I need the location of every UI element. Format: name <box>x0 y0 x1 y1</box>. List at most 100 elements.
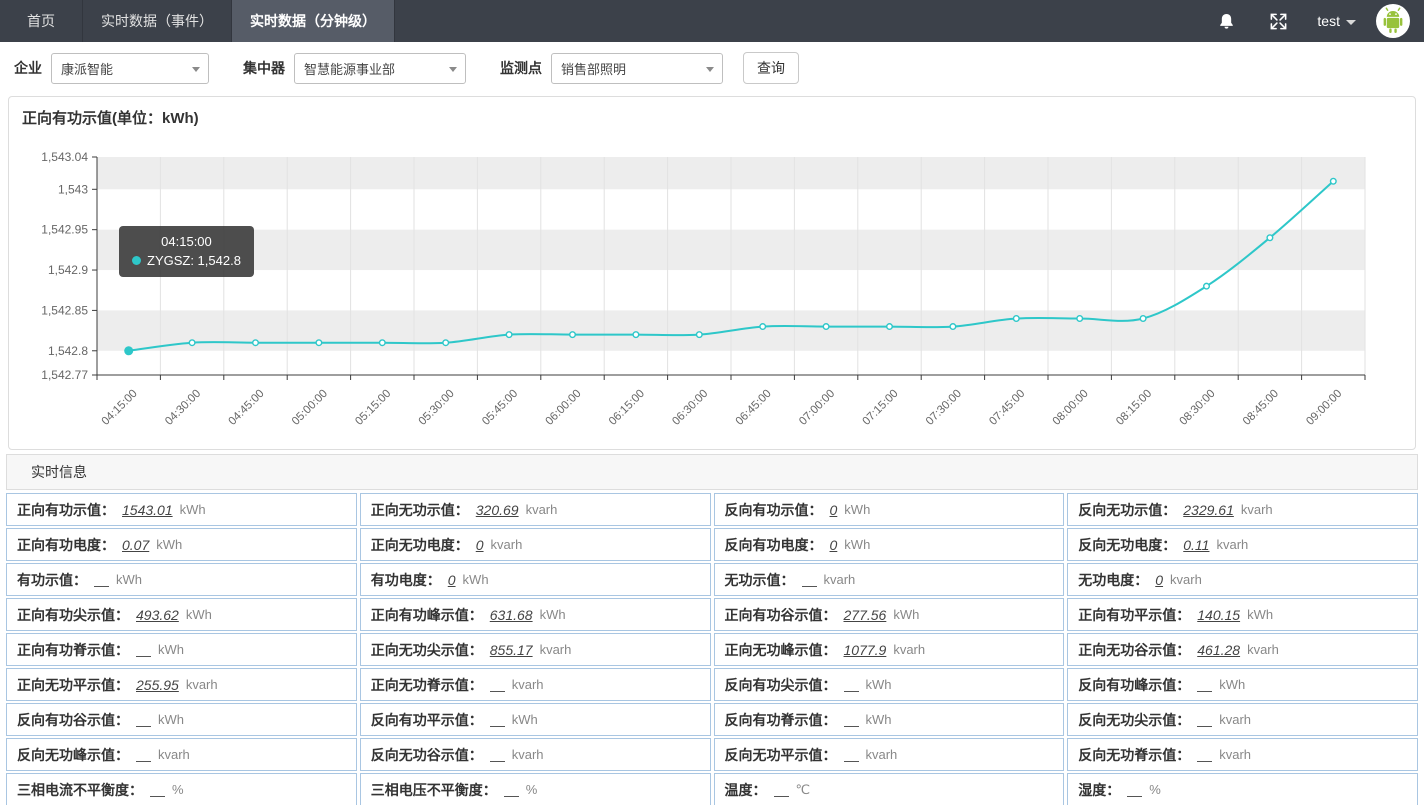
svg-text:07:45:00: 07:45:00 <box>987 388 1027 428</box>
metric-label: 反向有功示值： <box>725 500 823 520</box>
metric-unit: kvarh <box>1170 572 1202 587</box>
metric-unit: kWh <box>116 572 142 587</box>
filter-bar: 企业 康派智能 集中器 智慧能源事业部 监测点 销售部照明 查询 <box>0 42 1424 94</box>
info-panel-title: 实时信息 <box>6 454 1418 490</box>
metric-unit: kWh <box>540 607 566 622</box>
metric-value[interactable] <box>844 678 859 692</box>
metric-value[interactable] <box>490 748 505 762</box>
metric-value[interactable]: 0 <box>476 537 484 553</box>
metric-label: 三相电流不平衡度： <box>17 780 143 800</box>
metric-label: 正向有功峰示值： <box>371 605 483 625</box>
metric-value[interactable] <box>1197 748 1212 762</box>
metric-value[interactable] <box>1197 678 1212 692</box>
metric-label: 无功示值： <box>725 570 795 590</box>
svg-text:04:45:00: 04:45:00 <box>226 388 266 428</box>
metric-value[interactable] <box>802 573 817 587</box>
chevron-down-icon <box>449 67 457 72</box>
metric-unit: kvarh <box>824 572 856 587</box>
metric-unit: kWh <box>186 607 212 622</box>
metric-value[interactable]: 140.15 <box>1197 607 1240 623</box>
metric-label: 反向有功电度： <box>725 535 823 555</box>
fullscreen-icon[interactable] <box>1263 6 1293 36</box>
metric-value[interactable] <box>1127 783 1142 797</box>
monitor-point-select[interactable]: 销售部照明 <box>551 53 723 84</box>
metric-cell: 三相电流不平衡度：% <box>6 773 357 805</box>
metric-value[interactable] <box>136 713 151 727</box>
metric-label: 无功电度： <box>1078 570 1148 590</box>
metric-value[interactable]: 2329.61 <box>1183 502 1234 518</box>
svg-text:1,543: 1,543 <box>58 182 88 196</box>
metric-value[interactable] <box>504 783 519 797</box>
metric-value[interactable] <box>490 678 505 692</box>
user-avatar[interactable] <box>1376 4 1410 38</box>
metric-value[interactable] <box>490 713 505 727</box>
metric-value[interactable] <box>94 573 109 587</box>
metric-value[interactable]: 0.07 <box>122 537 149 553</box>
metric-cell: 正向有功峰示值： 631.68 kWh <box>360 598 711 631</box>
svg-text:05:45:00: 05:45:00 <box>480 388 520 428</box>
metric-value[interactable]: 1077.9 <box>844 642 887 658</box>
realtime-info-panel: 实时信息 正向有功示值：1543.01kWh正向无功示值：320.69kvarh… <box>6 454 1418 805</box>
metric-unit: kvarh <box>1219 712 1251 727</box>
metric-value[interactable]: 277.56 <box>844 607 887 623</box>
metric-cell: 正向有功电度：0.07kWh <box>6 528 357 561</box>
metric-value[interactable] <box>844 748 859 762</box>
svg-text:07:00:00: 07:00:00 <box>797 388 837 428</box>
metric-value[interactable]: 0 <box>1155 572 1163 588</box>
metric-label: 反向无功平示值： <box>725 745 837 765</box>
metric-label: 湿度： <box>1078 780 1120 800</box>
metric-unit: kWh <box>844 537 870 552</box>
user-menu[interactable]: test <box>1317 13 1356 29</box>
svg-text:06:30:00: 06:30:00 <box>670 388 710 428</box>
metric-cell: 反向有功峰示值：kWh <box>1067 668 1418 701</box>
concentrator-select[interactable]: 智慧能源事业部 <box>294 53 466 84</box>
metric-label: 反向有功峰示值： <box>1078 675 1190 695</box>
metric-unit: kvarh <box>512 747 544 762</box>
metric-value[interactable]: 320.69 <box>476 502 519 518</box>
enterprise-select[interactable]: 康派智能 <box>51 53 209 84</box>
metric-cell: 无功电度： 0 kvarh <box>1067 563 1418 596</box>
metric-cell: 反向无功示值： 2329.61 kvarh <box>1067 493 1418 526</box>
metric-value[interactable]: 493.62 <box>136 607 179 623</box>
metric-value[interactable]: 0 <box>830 502 838 518</box>
metric-label: 正向有功平示值： <box>1078 605 1190 625</box>
query-button[interactable]: 查询 <box>743 52 799 84</box>
metric-cell: 反向无功电度：0.11kvarh <box>1067 528 1418 561</box>
metric-cell: 湿度：% <box>1067 773 1418 805</box>
metric-label: 反向无功示值： <box>1078 500 1176 520</box>
metric-unit: kWh <box>180 502 206 517</box>
nav-item-realtime-event[interactable]: 实时数据（事件） <box>83 0 232 42</box>
metric-unit: kvarh <box>1241 502 1273 517</box>
metric-label: 反向有功谷示值： <box>17 710 129 730</box>
metric-cell: 正向无功尖示值：855.17kvarh <box>360 633 711 666</box>
metric-value[interactable]: 0 <box>830 537 838 553</box>
metric-cell: 正向有功脊示值：kWh <box>6 633 357 666</box>
metric-unit: kvarh <box>1219 747 1251 762</box>
metric-value[interactable] <box>136 748 151 762</box>
metric-unit: kWh <box>866 712 892 727</box>
metric-label: 温度： <box>725 780 767 800</box>
metric-value[interactable] <box>844 713 859 727</box>
metric-value[interactable]: 461.28 <box>1197 642 1240 658</box>
metric-value[interactable] <box>136 643 151 657</box>
bell-icon[interactable] <box>1211 6 1241 36</box>
metric-value[interactable]: 255.95 <box>136 677 179 693</box>
metric-value[interactable]: 0.11 <box>1183 537 1209 553</box>
metric-value[interactable]: 855.17 <box>490 642 533 658</box>
metric-label: 有功示值： <box>17 570 87 590</box>
metric-value[interactable]: 631.68 <box>490 607 533 623</box>
metric-label: 正向无功平示值： <box>17 675 129 695</box>
nav-item-home[interactable]: 首页 <box>0 0 83 42</box>
metric-value[interactable] <box>1197 713 1212 727</box>
svg-text:06:45:00: 06:45:00 <box>734 388 774 428</box>
metric-unit: kWh <box>866 677 892 692</box>
metric-value[interactable] <box>774 783 789 797</box>
metric-value[interactable]: 1543.01 <box>122 502 173 518</box>
metric-value[interactable]: 0 <box>448 572 456 588</box>
metric-value[interactable] <box>150 783 165 797</box>
metric-cell: 正向无功示值：320.69kvarh <box>360 493 711 526</box>
metric-unit: kvarh <box>158 747 190 762</box>
nav-item-realtime-minute[interactable]: 实时数据（分钟级） <box>232 0 395 42</box>
svg-text:08:00:00: 08:00:00 <box>1051 388 1091 428</box>
line-chart[interactable]: 04:15:0004:30:0004:45:0005:00:0005:15:00… <box>9 97 1415 449</box>
